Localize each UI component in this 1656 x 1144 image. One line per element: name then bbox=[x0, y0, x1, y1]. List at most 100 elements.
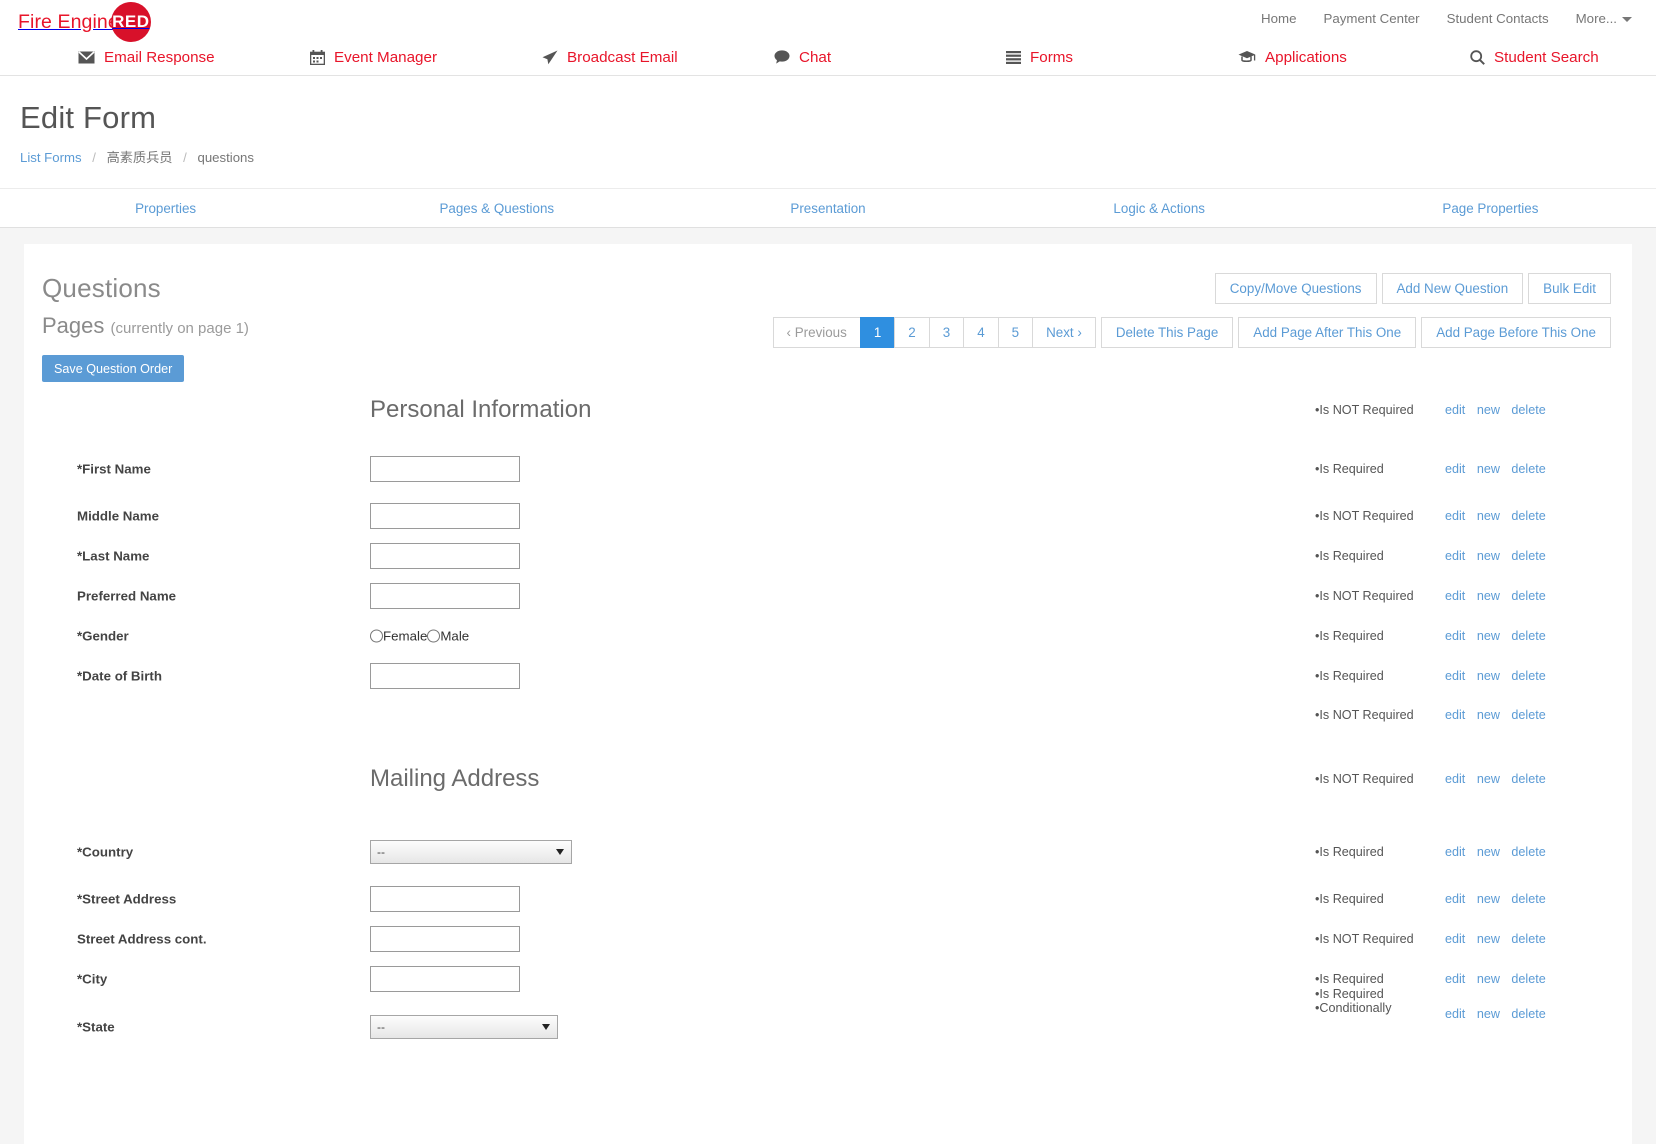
question-status: •Is Required bbox=[1315, 972, 1384, 986]
pagination-previous[interactable]: ‹ Previous bbox=[772, 317, 861, 348]
pagination-page-3[interactable]: 3 bbox=[928, 317, 965, 348]
preferred-name-input[interactable] bbox=[370, 583, 520, 609]
edit-link[interactable]: edit bbox=[1445, 629, 1465, 643]
new-link[interactable]: new bbox=[1477, 589, 1500, 603]
brand-logo[interactable]: Fire Engine RED bbox=[18, 2, 151, 42]
nav-item-event-manager[interactable]: Event Manager bbox=[264, 38, 496, 76]
add-page-before-this-one-button[interactable]: Add Page Before This One bbox=[1421, 317, 1611, 348]
edit-link[interactable]: edit bbox=[1445, 589, 1465, 603]
delete-link[interactable]: delete bbox=[1511, 972, 1545, 986]
edit-link[interactable]: edit bbox=[1445, 1007, 1465, 1021]
middle-name-input[interactable] bbox=[370, 503, 520, 529]
delete-link[interactable]: delete bbox=[1511, 629, 1545, 643]
first-name-input[interactable] bbox=[370, 455, 520, 482]
city-input[interactable] bbox=[370, 966, 520, 992]
new-link[interactable]: new bbox=[1477, 462, 1500, 476]
nav-item-forms[interactable]: Forms bbox=[960, 38, 1192, 76]
brand-badge: RED bbox=[110, 2, 151, 42]
edit-link[interactable]: edit bbox=[1445, 403, 1465, 417]
question-status-conditionally: •Conditionally bbox=[1315, 1001, 1392, 1015]
pagination-page-4[interactable]: 4 bbox=[963, 317, 999, 348]
new-link[interactable]: new bbox=[1477, 403, 1500, 417]
new-link[interactable]: new bbox=[1477, 549, 1500, 563]
question-row: *Street Address •Is Required edit new de… bbox=[25, 879, 1631, 919]
new-link[interactable]: new bbox=[1477, 1007, 1500, 1021]
state-select[interactable]: -- bbox=[370, 1014, 558, 1039]
delete-this-page-button[interactable]: Delete This Page bbox=[1100, 317, 1234, 348]
nav-item-email-response[interactable]: Email Response bbox=[0, 38, 264, 76]
new-link[interactable]: new bbox=[1477, 972, 1500, 986]
delete-link[interactable]: delete bbox=[1511, 845, 1545, 859]
tab-properties[interactable]: Properties bbox=[0, 189, 331, 227]
question-actions: edit new delete bbox=[1445, 403, 1546, 417]
new-link[interactable]: new bbox=[1477, 708, 1500, 722]
question-row: Personal Information •Is NOT Required ed… bbox=[25, 379, 1631, 441]
new-link[interactable]: new bbox=[1477, 932, 1500, 946]
edit-link[interactable]: edit bbox=[1445, 509, 1465, 523]
edit-link[interactable]: edit bbox=[1445, 892, 1465, 906]
last-name-input[interactable] bbox=[370, 543, 520, 569]
edit-link[interactable]: edit bbox=[1445, 669, 1465, 683]
edit-link[interactable]: edit bbox=[1445, 549, 1465, 563]
utility-nav-more[interactable]: More... bbox=[1576, 11, 1632, 26]
new-link[interactable]: new bbox=[1477, 892, 1500, 906]
street-address-cont-input[interactable] bbox=[370, 926, 520, 952]
gender-radio-female[interactable] bbox=[370, 629, 383, 643]
country-select[interactable]: -- bbox=[370, 839, 572, 864]
question-label: *Date of Birth bbox=[77, 668, 162, 684]
nav-item-chat[interactable]: Chat bbox=[728, 38, 960, 76]
gender-radio-male[interactable] bbox=[427, 629, 441, 643]
delete-link[interactable]: delete bbox=[1511, 462, 1545, 476]
pagination-page-1[interactable]: 1 bbox=[859, 317, 896, 348]
utility-nav: Home Payment Center Student Contacts Mor… bbox=[1261, 11, 1632, 26]
add-page-after-this-one-button[interactable]: Add Page After This One bbox=[1238, 317, 1417, 348]
delete-link[interactable]: delete bbox=[1511, 549, 1545, 563]
question-actions: edit new delete bbox=[1445, 509, 1546, 523]
utility-nav-payment-center[interactable]: Payment Center bbox=[1324, 11, 1420, 26]
utility-nav-home[interactable]: Home bbox=[1261, 11, 1296, 26]
delete-link[interactable]: delete bbox=[1511, 669, 1545, 683]
pagination-next[interactable]: Next › bbox=[1032, 317, 1096, 348]
tab-logic-actions[interactable]: Logic & Actions bbox=[994, 189, 1325, 227]
delete-link[interactable]: delete bbox=[1511, 403, 1545, 417]
calendar-icon bbox=[310, 49, 325, 65]
question-row: Mailing Address •Is NOT Required edit ne… bbox=[25, 734, 1631, 824]
delete-link[interactable]: delete bbox=[1511, 509, 1545, 523]
new-link[interactable]: new bbox=[1477, 509, 1500, 523]
delete-link[interactable]: delete bbox=[1511, 708, 1545, 722]
new-link[interactable]: new bbox=[1477, 845, 1500, 859]
bulk-edit-button[interactable]: Bulk Edit bbox=[1528, 273, 1611, 304]
edit-link[interactable]: edit bbox=[1445, 772, 1465, 786]
edit-link[interactable]: edit bbox=[1445, 932, 1465, 946]
nav-item-student-search[interactable]: Student Search bbox=[1424, 38, 1656, 76]
delete-link[interactable]: delete bbox=[1511, 1007, 1545, 1021]
delete-link[interactable]: delete bbox=[1511, 589, 1545, 603]
delete-link[interactable]: delete bbox=[1511, 772, 1545, 786]
add-new-question-button[interactable]: Add New Question bbox=[1381, 273, 1524, 304]
delete-link[interactable]: delete bbox=[1511, 892, 1545, 906]
nav-item-applications[interactable]: Applications bbox=[1192, 38, 1424, 76]
tab-page-properties[interactable]: Page Properties bbox=[1325, 189, 1656, 227]
date-of-birth-input[interactable] bbox=[370, 663, 520, 689]
new-link[interactable]: new bbox=[1477, 629, 1500, 643]
pagination-page-5[interactable]: 5 bbox=[997, 317, 1034, 348]
copy-move-questions-button[interactable]: Copy/Move Questions bbox=[1214, 273, 1377, 304]
new-link[interactable]: new bbox=[1477, 772, 1500, 786]
question-label: *State bbox=[77, 1019, 115, 1034]
nav-item-broadcast-email[interactable]: Broadcast Email bbox=[496, 38, 728, 76]
list-icon bbox=[1006, 50, 1021, 64]
edit-link[interactable]: edit bbox=[1445, 462, 1465, 476]
edit-link[interactable]: edit bbox=[1445, 845, 1465, 859]
question-field bbox=[370, 583, 520, 609]
tab-pages-questions[interactable]: Pages & Questions bbox=[331, 189, 662, 227]
breadcrumb-list-forms[interactable]: List Forms bbox=[20, 150, 82, 165]
delete-link[interactable]: delete bbox=[1511, 932, 1545, 946]
utility-nav-student-contacts[interactable]: Student Contacts bbox=[1447, 11, 1549, 26]
street-address-input[interactable] bbox=[370, 886, 520, 912]
new-link[interactable]: new bbox=[1477, 669, 1500, 683]
pagination-page-2[interactable]: 2 bbox=[894, 317, 930, 348]
edit-link[interactable]: edit bbox=[1445, 972, 1465, 986]
top-bar: Fire Engine RED Home Payment Center Stud… bbox=[0, 0, 1656, 76]
edit-link[interactable]: edit bbox=[1445, 708, 1465, 722]
tab-presentation[interactable]: Presentation bbox=[662, 189, 993, 227]
